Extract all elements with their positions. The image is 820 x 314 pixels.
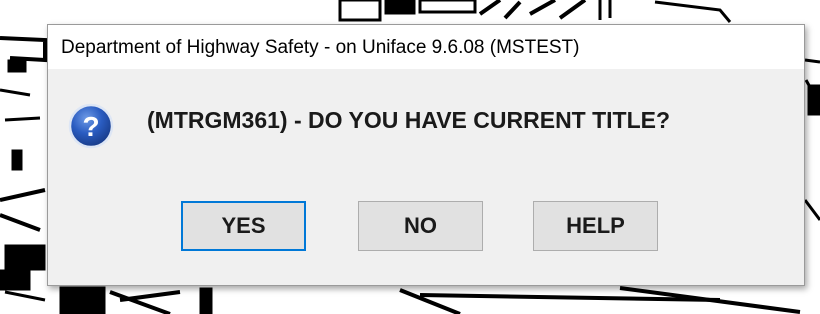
dialog-title: Department of Highway Safety - on Unifac…: [61, 37, 580, 58]
dialog-titlebar[interactable]: Department of Highway Safety - on Unifac…: [48, 25, 804, 69]
dialog-message: (MTRGM361) - DO YOU HAVE CURRENT TITLE?: [147, 107, 671, 133]
svg-text:?: ?: [82, 111, 99, 142]
no-button[interactable]: NO: [358, 201, 483, 251]
help-button[interactable]: HELP: [533, 201, 658, 251]
question-icon: ?: [68, 103, 114, 149]
message-dialog: Department of Highway Safety - on Unifac…: [47, 24, 805, 286]
yes-button[interactable]: YES: [181, 201, 306, 251]
